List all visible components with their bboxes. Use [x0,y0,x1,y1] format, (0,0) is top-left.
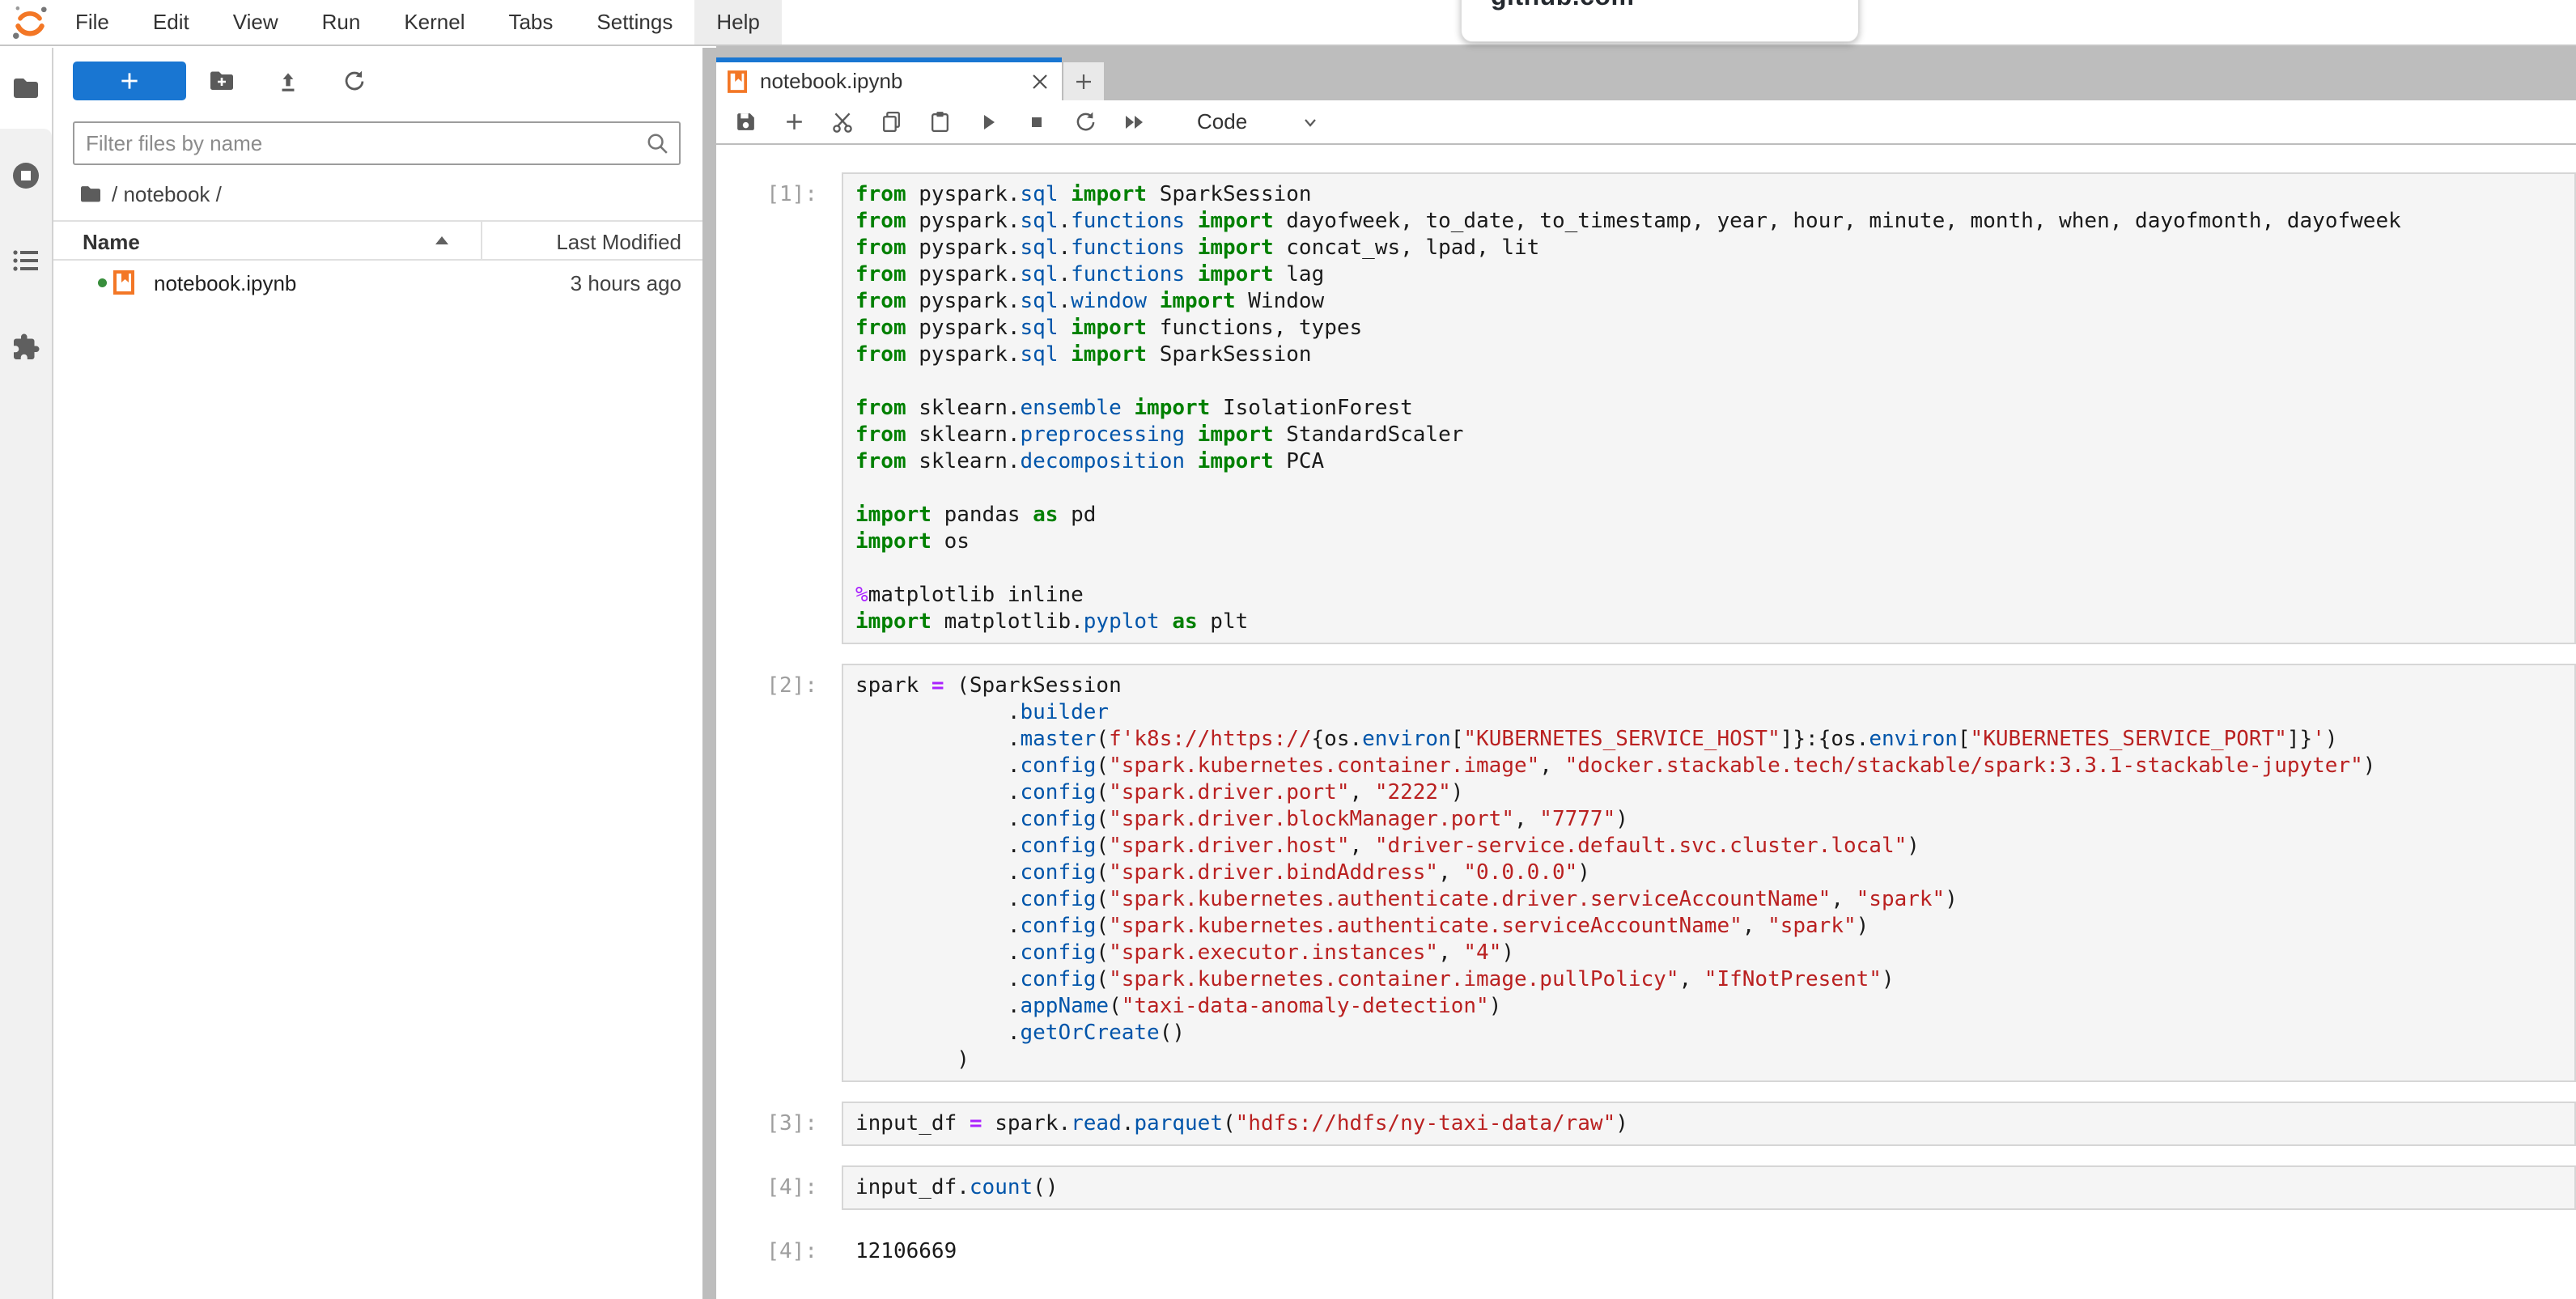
list-icon [11,247,40,274]
cell-editor[interactable]: from pyspark.sql import SparkSession fro… [842,172,2576,644]
cell-type-select[interactable]: Code [1197,109,1247,134]
filter-files-input[interactable] [86,123,636,163]
execution-count: [3]: [716,1102,842,1146]
new-launcher-button[interactable] [73,62,186,100]
plus-icon [1072,70,1095,93]
stop-circle-icon [11,161,40,190]
tab-title: notebook.ipynb [760,69,902,94]
extension-manager-tab[interactable] [11,333,40,364]
breadcrumb[interactable]: / notebook / [53,176,702,213]
cut-icon [830,110,855,134]
file-browser-toolbar [53,48,702,112]
execution-count: [4]: [716,1229,842,1265]
run-icon [977,111,999,134]
copy-cells-button[interactable] [867,101,915,142]
notebook-cell: [3]:input_df = spark.read.parquet("hdfs:… [716,1102,2576,1146]
menu-edit[interactable]: Edit [131,0,211,45]
notebook-toolbar: Code [716,100,2576,145]
cell-editor[interactable]: spark = (SparkSession .builder .master(f… [842,664,2576,1082]
cell-editor[interactable]: input_df.count() [842,1165,2576,1210]
activity-bar [0,48,53,1299]
menu-run[interactable]: Run [300,0,383,45]
new-folder-icon [209,70,235,92]
running-kernels-tab[interactable] [11,161,40,193]
fast-forward-icon [1122,111,1146,134]
restart-kernel-button[interactable] [1061,101,1110,142]
file-modified: 3 hours ago [571,271,681,296]
folder-icon [12,76,40,100]
chevron-down-icon [1301,112,1320,132]
browser-popup: github.com [1461,0,1859,42]
file-list-item[interactable]: notebook.ipynb 3 hours ago [53,262,702,303]
activity-bar-background [0,129,52,1299]
menu-settings[interactable]: Settings [575,0,694,45]
execution-count: [1]: [716,172,842,644]
menu-bar: File Edit View Run Kernel Tabs Settings … [0,0,2576,46]
search-icon [645,131,671,157]
column-last-modified[interactable]: Last Modified [556,230,681,255]
cell-type-dropdown-button[interactable] [1301,112,1320,132]
cell-output: [4]:12106669 [716,1229,2576,1265]
notebook-cell: [1]:from pyspark.sql import SparkSession… [716,172,2576,644]
notebook-cells: [1]:from pyspark.sql import SparkSession… [716,146,2576,1299]
tab-bar: notebook.ipynb [716,46,2576,100]
main-dock-panel: notebook.ipynb [716,46,2576,1299]
file-list-header: Name Last Modified [53,220,702,261]
stop-icon [1025,111,1048,134]
file-browser-panel: / notebook / Name Last Modified notebook… [53,48,702,1299]
file-browser-tab[interactable] [12,76,40,103]
column-name[interactable]: Name [83,230,140,255]
notebook-file-icon [113,270,134,295]
copy-icon [880,110,903,134]
jupyter-logo-icon [11,4,49,41]
interrupt-kernel-button[interactable] [1012,101,1061,142]
refresh-icon [342,69,367,93]
filter-files-box [73,121,681,165]
upload-icon [276,68,300,94]
restart-icon [1074,110,1097,134]
menu-tabs[interactable]: Tabs [486,0,575,45]
panel-splitter[interactable] [702,48,716,1299]
menu-help[interactable]: Help [694,0,781,45]
sort-ascending-icon[interactable] [435,236,448,244]
new-folder-button[interactable] [208,68,236,96]
notebook-file-icon [728,70,747,93]
output-text: 12106669 [842,1229,957,1265]
execution-count: [4]: [716,1165,842,1210]
menu-view[interactable]: View [211,0,300,45]
run-cell-button[interactable] [964,101,1012,142]
upload-button[interactable] [274,68,302,96]
paste-icon [928,110,952,134]
execution-count: [2]: [716,664,842,1082]
plus-icon [117,69,142,93]
kernel-running-dot [98,278,107,287]
notebook-cell: [4]:input_df.count() [716,1165,2576,1210]
notebook-cell: [2]:spark = (SparkSession .builder .mast… [716,664,2576,1082]
paste-cells-button[interactable] [915,101,964,142]
file-name: notebook.ipynb [154,271,296,296]
close-icon[interactable] [1029,71,1050,92]
cell-editor[interactable]: input_df = spark.read.parquet("hdfs://hd… [842,1102,2576,1146]
add-cell-button[interactable] [770,101,818,142]
refresh-button[interactable] [341,68,368,96]
save-icon [734,110,758,134]
save-button[interactable] [721,101,770,142]
menu-kernel[interactable]: Kernel [382,0,486,45]
cut-cells-button[interactable] [818,101,867,142]
table-of-contents-tab[interactable] [11,247,40,277]
popup-site-label: github.com [1491,0,1634,11]
restart-run-all-button[interactable] [1110,101,1158,142]
home-folder-icon [79,185,102,204]
new-tab-button[interactable] [1063,62,1104,100]
tab-notebook[interactable]: notebook.ipynb [716,57,1062,100]
breadcrumb-path: / notebook / [112,182,222,207]
column-divider [481,222,482,259]
puzzle-icon [11,333,40,362]
menu-file[interactable]: File [53,0,131,45]
add-cell-icon [783,110,806,134]
